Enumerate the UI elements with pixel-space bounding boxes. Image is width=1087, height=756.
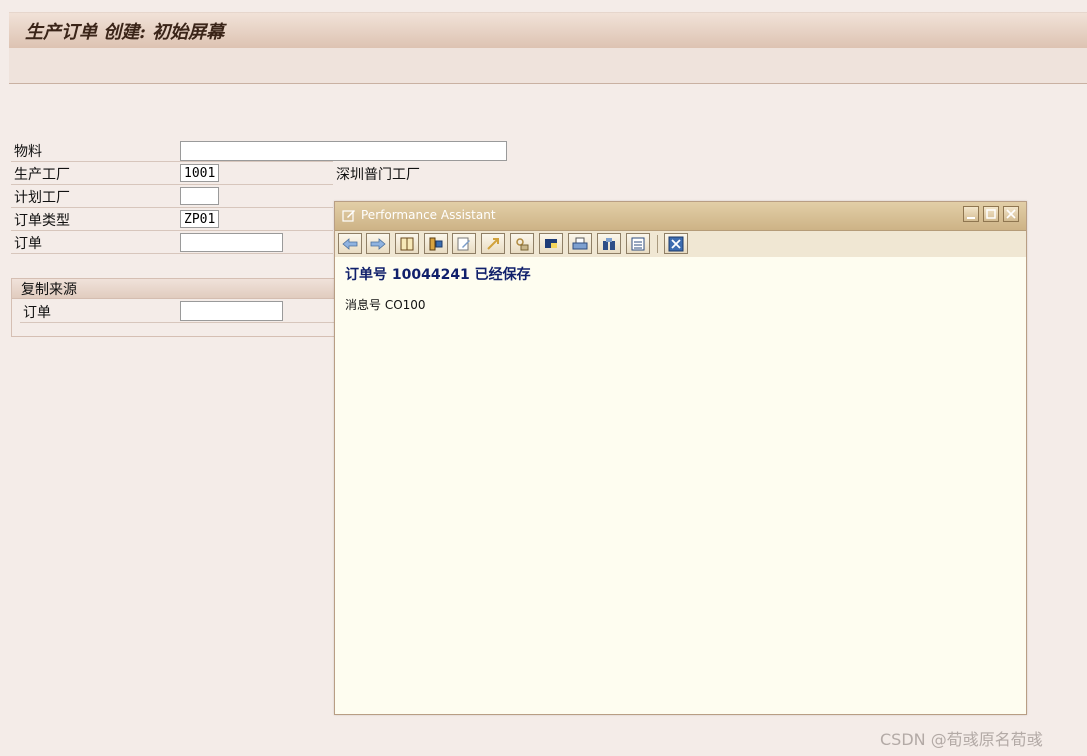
print-icon: [572, 237, 588, 250]
back-button[interactable]: [338, 233, 362, 254]
find-icon: [603, 238, 615, 250]
application-toolbar: [9, 48, 1087, 84]
find-button[interactable]: [597, 233, 621, 254]
order-label: 订单: [14, 236, 42, 252]
edit-button[interactable]: [452, 233, 476, 254]
book-icon: [400, 237, 414, 251]
minimize-button[interactable]: [963, 206, 979, 222]
material-input[interactable]: [180, 141, 507, 161]
copy-from-group-header: 复制来源: [12, 279, 340, 299]
list-icon: [631, 237, 645, 251]
dialog-title: Performance Assistant: [361, 208, 496, 222]
copy-order-label: 订单: [23, 305, 51, 321]
close-icon: [1006, 209, 1016, 219]
close-window-button[interactable]: [1003, 206, 1019, 222]
order-row: 订单: [11, 231, 333, 254]
dialog-toolbar: [335, 231, 1026, 257]
tag-icon: [545, 239, 557, 248]
close-x-icon: [668, 236, 684, 252]
watermark: CSDN @荀彧原名荀彧: [880, 730, 1043, 749]
copy-order-row: 订单: [20, 300, 336, 323]
plant-input[interactable]: 1001: [180, 164, 219, 182]
forward-button[interactable]: [366, 233, 390, 254]
order-type-row: 订单类型: [11, 208, 333, 231]
order-type-label: 订单类型: [14, 213, 70, 229]
material-label: 物料: [14, 144, 42, 160]
dialog-title-bar[interactable]: Performance Assistant: [335, 202, 1026, 231]
planning-plant-row: 计划工厂: [11, 185, 333, 208]
performance-assistant-dialog: Performance Assistant 订单号 10044241 已经保存 …: [334, 201, 1027, 715]
close-dialog-button[interactable]: [664, 233, 688, 254]
back-arrow-icon: [342, 238, 358, 250]
technical-info-button[interactable]: [424, 233, 448, 254]
copy-order-input[interactable]: [180, 301, 283, 321]
forward-arrow-icon: [370, 238, 386, 250]
planning-plant-input[interactable]: [180, 187, 219, 205]
planning-plant-label: 计划工厂: [14, 190, 70, 206]
screen-title-bar: 生产订单 创建: 初始屏幕: [9, 12, 1087, 49]
toolbar-separator: [657, 235, 658, 253]
settings-icon: [516, 238, 529, 251]
document-edit-icon: [342, 210, 355, 222]
plant-label: 生产工厂: [14, 167, 70, 183]
plant-row: 生产工厂: [11, 162, 333, 185]
minimize-icon: [967, 217, 975, 219]
message-heading: 订单号 10044241 已经保存: [345, 267, 531, 283]
page-title: 生产订单 创建: 初始屏幕: [25, 22, 225, 43]
maximize-button[interactable]: [983, 206, 999, 222]
print-button[interactable]: [568, 233, 592, 254]
copy-from-title: 复制来源: [21, 282, 77, 298]
technical-info-icon: [429, 237, 443, 251]
expand-button[interactable]: [481, 233, 505, 254]
message-number: 消息号 CO100: [345, 298, 426, 312]
documentation-button[interactable]: [395, 233, 419, 254]
list-button[interactable]: [626, 233, 650, 254]
tag-button[interactable]: [539, 233, 563, 254]
edit-icon: [457, 237, 470, 251]
plant-description: 深圳普门工厂: [336, 167, 420, 183]
settings-button[interactable]: [510, 233, 534, 254]
order-type-input[interactable]: ZP01: [180, 210, 219, 228]
expand-icon: [487, 238, 499, 250]
maximize-icon: [986, 209, 996, 219]
copy-from-group: 复制来源 订单: [11, 278, 341, 337]
order-input[interactable]: [180, 233, 283, 252]
